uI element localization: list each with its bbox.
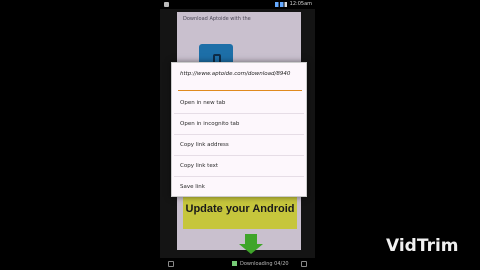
context-menu-link-url: http://www.aptoide.com/download/8940 [180,71,291,77]
bottom-nav-bar: Downloading 04/20 [160,258,315,270]
menu-item-save-link[interactable]: Save link [180,181,300,193]
page-header-text: Download Aptoide with the [183,16,251,22]
signal-icon [275,2,287,7]
menu-item-copy-link-address[interactable]: Copy link address [180,139,300,151]
menu-icon[interactable] [301,261,307,267]
download-status-icon [232,261,237,266]
back-icon[interactable] [168,261,174,267]
menu-separator [174,176,304,177]
menu-item-open-incognito-tab[interactable]: Open in incognito tab [180,118,300,130]
menu-separator [174,134,304,135]
menu-separator [174,155,304,156]
menu-separator [174,113,304,114]
notification-icon [164,2,169,7]
link-context-menu: http://www.aptoide.com/download/8940 Ope… [171,62,307,197]
download-status-label: Downloading 04/20 [240,261,289,267]
menu-item-copy-link-text[interactable]: Copy link text [180,160,300,172]
update-android-banner[interactable]: Update your Android [183,195,297,229]
status-time: 12:05am [289,1,312,7]
status-bar: 12:05am [160,0,315,9]
menu-item-open-new-tab[interactable]: Open in new tab [180,97,300,109]
vidtrim-watermark: VidTrim [386,236,459,256]
context-menu-divider [178,90,302,91]
